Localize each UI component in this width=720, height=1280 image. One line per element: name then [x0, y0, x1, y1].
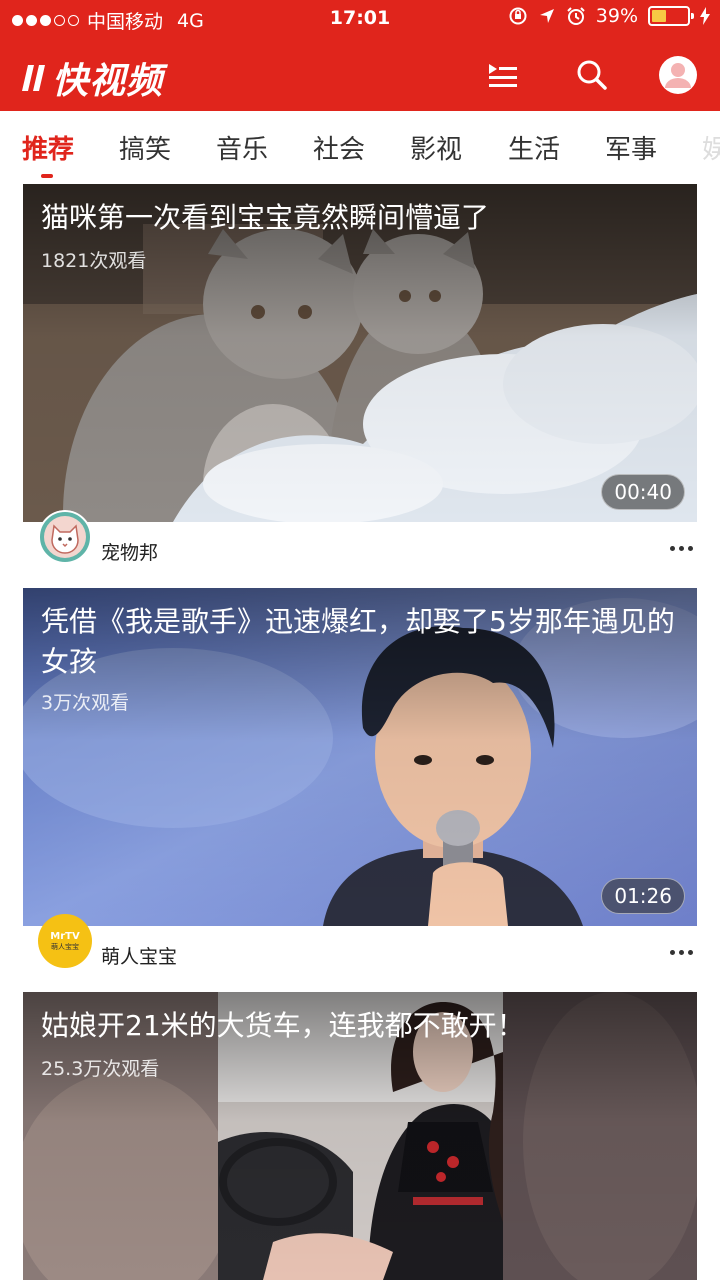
tab-military[interactable]: 军事 — [605, 129, 657, 166]
view-count: 25.3万次观看 — [41, 1058, 160, 1080]
user-avatar-icon — [659, 56, 697, 94]
alarm-icon — [567, 7, 585, 25]
cat-avatar-icon — [38, 510, 92, 564]
author-badge-text: MrTV — [50, 930, 80, 942]
search-button[interactable] — [570, 53, 614, 97]
video-card[interactable]: 姑娘开21米的大货车，连我都不敢开！ 25.3万次观看 — [23, 992, 697, 1280]
profile-button[interactable] — [656, 53, 700, 97]
video-meta: MrTV 萌人宝宝 萌人宝宝 — [23, 914, 697, 992]
search-icon — [577, 60, 607, 90]
video-thumbnail[interactable]: 猫咪第一次看到宝宝竟然瞬间懵逼了 1821次观看 00:40 — [23, 184, 697, 522]
battery-percent: 39% — [595, 5, 638, 27]
active-tab-indicator — [41, 174, 53, 178]
video-meta: 宠物邦 — [23, 510, 697, 588]
list-icon — [489, 64, 517, 87]
tab-music[interactable]: 音乐 — [216, 129, 268, 166]
logo-mark-icon — [22, 65, 45, 91]
category-tabs: 推荐 搞笑 音乐 社会 影视 生活 军事 娱 — [0, 111, 720, 183]
author-avatar[interactable] — [38, 510, 92, 564]
tab-funny[interactable]: 搞笑 — [119, 129, 171, 166]
more-options-icon[interactable] — [670, 546, 693, 551]
author-avatar[interactable]: MrTV 萌人宝宝 — [38, 914, 92, 968]
video-card[interactable]: 凭借《我是歌手》迅速爆红，却娶了5岁那年遇见的女孩 3万次观看 01:26 Mr… — [23, 588, 697, 992]
video-card[interactable]: 猫咪第一次看到宝宝竟然瞬间懵逼了 1821次观看 00:40 宠物邦 — [23, 184, 697, 588]
video-title: 凭借《我是歌手》迅速爆红，却娶了5岁那年遇见的女孩 — [41, 605, 675, 678]
view-count: 1821次观看 — [41, 250, 147, 272]
video-title: 猫咪第一次看到宝宝竟然瞬间懵逼了 — [41, 201, 490, 234]
orientation-lock-icon — [509, 7, 527, 25]
video-thumbnail[interactable]: 凭借《我是歌手》迅速爆红，却娶了5岁那年遇见的女孩 3万次观看 01:26 — [23, 588, 697, 926]
battery-icon — [648, 6, 694, 26]
author-name[interactable]: 宠物邦 — [101, 538, 158, 565]
view-count: 3万次观看 — [41, 692, 130, 714]
app-header: 中国移动 4G 17:01 39% 快视频 — [0, 0, 720, 111]
app-bar: 快视频 — [0, 40, 720, 110]
author-name[interactable]: 萌人宝宝 — [101, 942, 177, 969]
tab-life[interactable]: 生活 — [508, 129, 560, 166]
more-options-icon[interactable] — [670, 950, 693, 955]
video-thumbnail[interactable]: 姑娘开21米的大货车，连我都不敢开！ 25.3万次观看 — [23, 992, 697, 1280]
charging-icon — [700, 7, 710, 25]
tab-society[interactable]: 社会 — [313, 129, 365, 166]
duration-badge: 01:26 — [601, 878, 685, 914]
tab-recommend[interactable]: 推荐 — [22, 129, 74, 166]
author-badge-subtext: 萌人宝宝 — [51, 942, 79, 951]
status-bar: 中国移动 4G 17:01 39% — [0, 0, 720, 38]
tab-entertainment[interactable]: 娱 — [702, 129, 720, 166]
app-logo: 快视频 — [22, 52, 163, 104]
video-title: 姑娘开21米的大货车，连我都不敢开！ — [41, 1009, 525, 1042]
tab-film[interactable]: 影视 — [410, 129, 462, 166]
duration-badge: 00:40 — [601, 474, 685, 510]
location-icon — [539, 9, 554, 23]
list-button[interactable] — [481, 53, 525, 97]
